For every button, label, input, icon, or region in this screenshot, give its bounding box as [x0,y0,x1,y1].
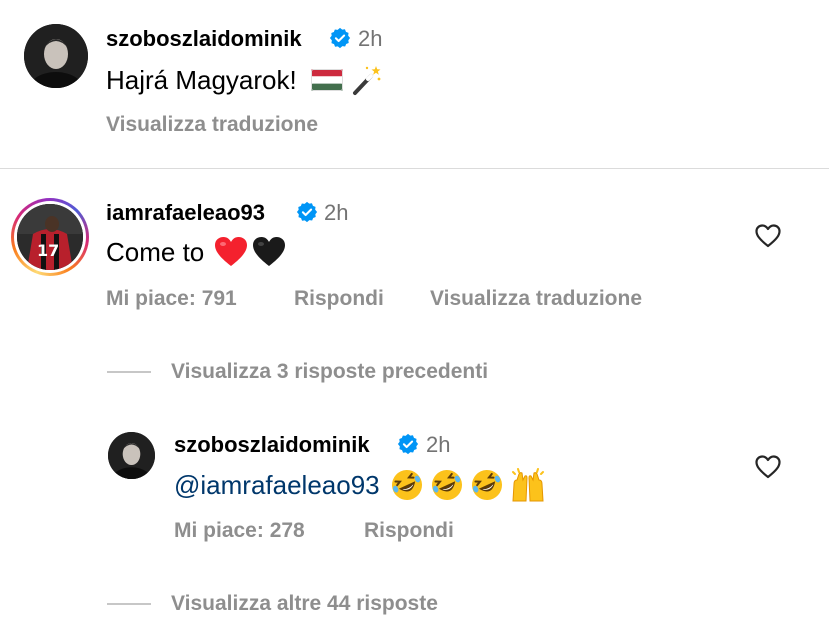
reply-button[interactable]: Rispondi [294,288,384,309]
comment-timestamp: 2h [324,200,349,225]
thread-line [107,603,151,605]
comment-timestamp: 2h [358,26,383,51]
rolling-laughing-icon [470,468,504,502]
view-more-replies-button[interactable]: Visualizza altre 44 risposte [171,593,438,614]
comment-body: Come to [106,236,286,268]
likes-count[interactable]: Mi piace: 278 [174,520,305,541]
view-previous-replies-button[interactable]: Visualizza 3 risposte precedenti [171,361,488,382]
like-heart-icon[interactable] [755,455,781,479]
avatar[interactable] [108,432,155,479]
section-divider [0,168,829,169]
reply-button[interactable]: Rispondi [364,520,454,541]
comment-username[interactable]: szoboszlaidominik [106,28,302,50]
rolling-laughing-icon [390,468,424,502]
svg-text:17: 17 [37,241,59,260]
red-heart-icon [214,236,248,268]
verified-badge-icon [296,201,318,223]
verified-badge-icon [329,27,351,49]
avatar[interactable] [24,24,88,88]
thread-line [107,371,151,373]
reply-body: @iamrafaeleao93 [174,468,546,502]
hungary-flag-icon [310,69,343,91]
comment-body: Hajrá Magyarok! [106,64,383,96]
magic-wand-icon [351,64,383,96]
comment-text: Come to [106,237,205,267]
raising-hands-icon [510,468,546,502]
comment-username[interactable]: iamrafaeleao93 [106,202,265,224]
reply-timestamp: 2h [426,432,451,457]
mention-link[interactable]: @iamrafaeleao93 [174,472,380,498]
verified-badge-icon [397,433,419,455]
like-heart-icon[interactable] [755,224,781,248]
reply-username[interactable]: szoboszlaidominik [174,434,370,456]
rolling-laughing-icon [430,468,464,502]
likes-count[interactable]: Mi piace: 791 [106,288,237,309]
comment-text: Hajrá Magyarok! [106,65,297,95]
view-translation-link[interactable]: Visualizza traduzione [430,288,642,309]
view-translation-link[interactable]: Visualizza traduzione [106,114,318,135]
black-heart-icon [252,236,286,268]
avatar[interactable]: 17 [17,204,83,270]
